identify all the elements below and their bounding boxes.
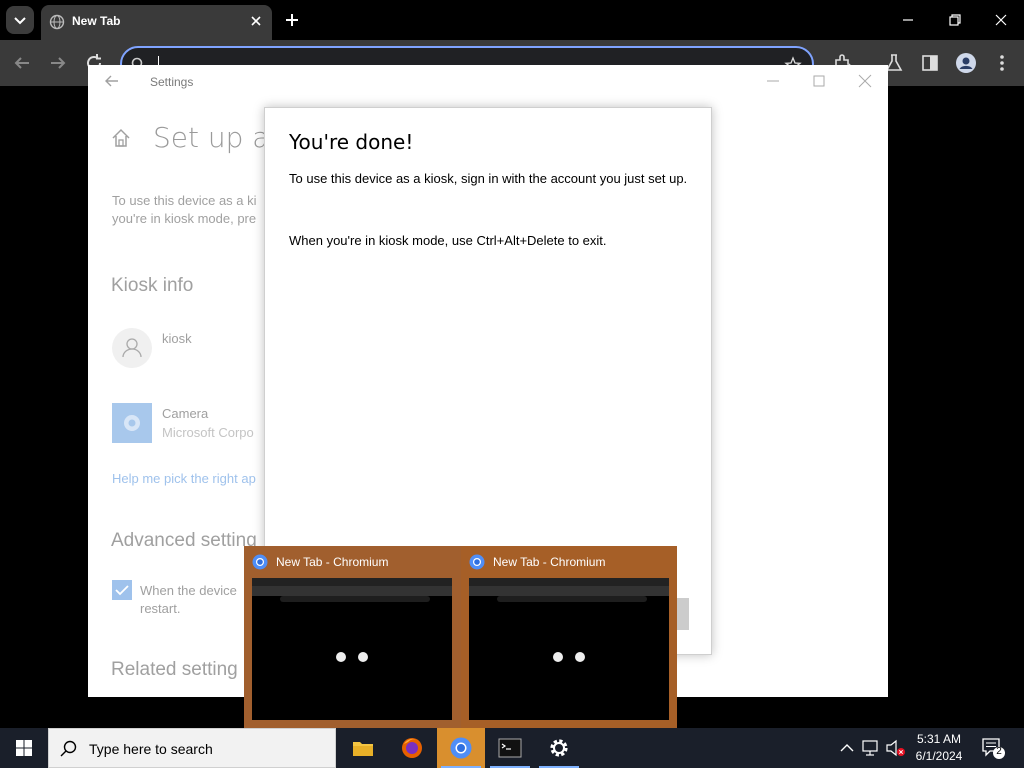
browser-tabstrip: New Tab (0, 0, 1024, 40)
forward-arrow-icon[interactable] (46, 51, 70, 75)
person-icon (122, 338, 142, 358)
chevron-down-icon (14, 17, 26, 25)
related-settings-heading: Related setting (111, 659, 238, 680)
taskbar-firefox[interactable] (388, 728, 436, 768)
firefox-icon (402, 738, 422, 758)
kiosk-app-publisher: Microsoft Corpo (162, 425, 254, 440)
volume-muted-icon[interactable] (884, 728, 906, 768)
search-icon (60, 740, 77, 757)
help-pick-app-link[interactable]: Help me pick the right ap (112, 471, 256, 486)
kiosk-info-heading: Kiosk info (111, 275, 194, 296)
home-icon[interactable] (110, 127, 132, 149)
tab-title: New Tab (72, 14, 121, 28)
taskbar-thumbnail-popup: New Tab - Chromium New Tab - Chromium (244, 546, 677, 728)
start-button[interactable] (0, 728, 48, 768)
new-tab-icon[interactable] (282, 10, 302, 30)
network-icon[interactable] (860, 728, 882, 768)
maximize-icon[interactable] (809, 71, 829, 91)
windows-taskbar: Type here to search 5:31 AM 6/1/2024 2 (0, 728, 1024, 768)
thumbnail-title: New Tab - Chromium (276, 555, 389, 569)
clock-date: 6/1/2024 (915, 749, 963, 763)
browser-tab[interactable]: New Tab (41, 5, 272, 40)
close-tab-icon[interactable] (248, 13, 264, 29)
more-menu-icon[interactable] (990, 51, 1014, 75)
avatar (112, 328, 152, 368)
settings-window-title: Settings (150, 75, 194, 89)
camera-icon (124, 415, 140, 431)
side-panel-icon[interactable] (918, 51, 942, 75)
search-placeholder: Type here to search (89, 741, 213, 757)
chromium-icon (450, 737, 472, 759)
close-window-icon[interactable] (855, 71, 875, 91)
taskbar-terminal[interactable] (486, 728, 534, 768)
preview-tabstrip (252, 578, 452, 586)
taskbar-search-box[interactable]: Type here to search (48, 728, 336, 768)
dialog-exit-text: When you're in kiosk mode, use Ctrl+Alt+… (289, 233, 607, 248)
restore-icon[interactable] (945, 10, 965, 30)
clock-time: 5:31 AM (916, 732, 962, 746)
dialog-title: You're done! (289, 130, 414, 154)
advanced-settings-heading: Advanced setting (111, 530, 257, 551)
folder-icon (353, 742, 373, 756)
notification-count: 2 (996, 746, 1002, 757)
thumbnail-title: New Tab - Chromium (493, 555, 606, 569)
intro-line: To use this device as a ki (112, 193, 257, 208)
taskbar-chromium[interactable] (437, 728, 485, 768)
close-window-icon[interactable] (991, 10, 1011, 30)
preview-omnibox (497, 596, 647, 602)
windows-logo-icon (16, 740, 32, 756)
preview-omnibox (280, 596, 430, 602)
kiosk-account-name[interactable]: kiosk (162, 331, 192, 346)
taskbar-settings[interactable] (535, 728, 583, 768)
back-arrow-icon[interactable] (10, 51, 34, 75)
back-arrow-icon[interactable] (102, 71, 122, 91)
profile-avatar-icon[interactable] (954, 51, 978, 75)
intro-line: you're in kiosk mode, pre (112, 211, 257, 226)
preview-tabstrip (469, 578, 669, 586)
window-thumbnail[interactable]: New Tab - Chromium (461, 546, 677, 728)
chromium-icon (469, 554, 485, 570)
taskbar-clock[interactable]: 5:31 AM 6/1/2024 (908, 731, 970, 765)
preview-shortcut (575, 652, 585, 662)
app-tile (112, 403, 152, 443)
action-center-button[interactable]: 2 (980, 736, 1006, 760)
restart-checkbox[interactable] (112, 580, 132, 600)
thumbnail-preview (469, 578, 669, 720)
tab-search-button[interactable] (6, 6, 34, 34)
dialog-body-text: To use this device as a kiosk, sign in w… (289, 171, 688, 186)
kiosk-app-name[interactable]: Camera (162, 406, 208, 421)
thumbnail-preview (252, 578, 452, 720)
preview-shortcut (358, 652, 368, 662)
preview-shortcut (336, 652, 346, 662)
settings-titlebar: Settings (88, 65, 888, 97)
intro-text: To use this device as a ki you're in kio… (112, 192, 257, 228)
screen: New Tab Settings Set up a k To use this … (0, 0, 1024, 768)
preview-toolbar (252, 586, 452, 602)
preview-toolbar (469, 586, 669, 602)
minimize-icon[interactable] (898, 10, 918, 30)
chromium-icon (252, 554, 268, 570)
checkmark-icon (115, 585, 129, 596)
chevron-up-icon[interactable] (838, 728, 856, 768)
minimize-icon[interactable] (763, 71, 783, 91)
checkbox-label-line: When the device (140, 583, 237, 598)
taskbar-file-explorer[interactable] (339, 728, 387, 768)
preview-shortcut (553, 652, 563, 662)
checkbox-label-line: restart. (140, 601, 181, 616)
restart-checkbox-label: When the device restart. (140, 582, 237, 618)
gear-icon (550, 739, 568, 757)
window-thumbnail[interactable]: New Tab - Chromium (244, 546, 460, 728)
terminal-icon (498, 738, 522, 758)
globe-icon (49, 14, 65, 30)
